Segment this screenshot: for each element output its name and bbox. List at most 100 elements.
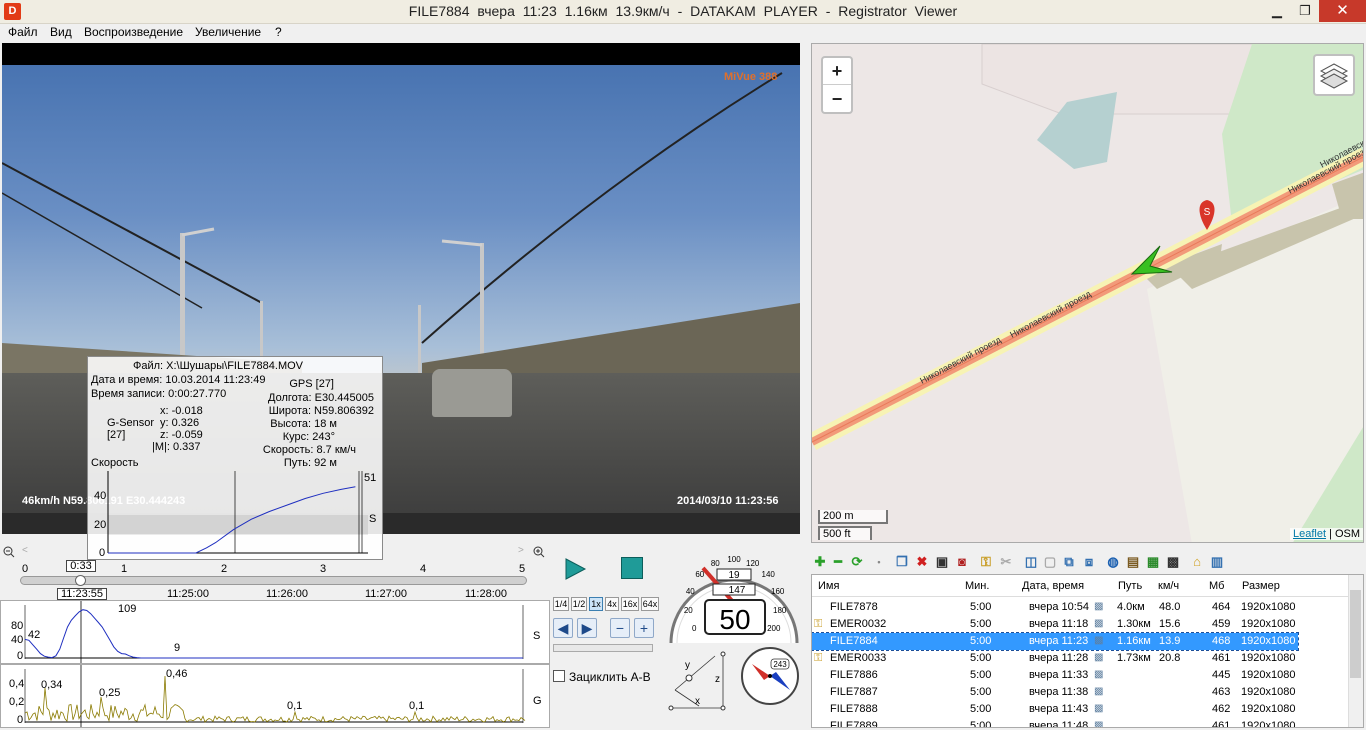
col-name[interactable]: Имя bbox=[818, 580, 839, 592]
windows-icon[interactable]: ⧉ bbox=[1061, 554, 1077, 570]
zoom-out-icon[interactable] bbox=[3, 546, 15, 558]
loop-ab-checkbox[interactable] bbox=[553, 670, 565, 682]
overlay-speed: Скорость: 8.7 км/ч bbox=[262, 444, 356, 456]
file-row[interactable]: ▩ FILE7886 5:00 вчера 11:33 445 1920x1080 bbox=[812, 667, 1298, 684]
col-size[interactable]: Размер bbox=[1242, 580, 1280, 592]
map-zoom-in-button[interactable]: + bbox=[823, 58, 851, 85]
file-row[interactable]: ▩ FILE7888 5:00 вчера 11:43 462 1920x1080 bbox=[812, 701, 1298, 718]
file-speed: 48.0 bbox=[1159, 601, 1181, 613]
col-datetime[interactable]: Дата, время bbox=[1022, 580, 1084, 592]
speed-tick: 40 bbox=[11, 634, 23, 646]
next-frame-button[interactable]: ▶ bbox=[577, 618, 597, 638]
snapshot-icon[interactable]: ◙ bbox=[954, 554, 970, 570]
volume-slider[interactable] bbox=[553, 644, 653, 652]
minimize-button[interactable]: ▁ bbox=[1262, 0, 1292, 22]
speed-annotation: 42 bbox=[28, 629, 40, 641]
speed-64x[interactable]: 64x bbox=[641, 597, 659, 611]
map-view[interactable]: Николаевский проезд Николаевский проезд … bbox=[811, 43, 1364, 543]
cut-icon[interactable]: ✂ bbox=[998, 554, 1014, 570]
leaflet-link[interactable]: Leaflet bbox=[1293, 528, 1326, 540]
refresh-icon[interactable]: ⟳ bbox=[849, 554, 865, 570]
image-icon[interactable]: ▦ bbox=[1145, 554, 1161, 570]
file-size: 1920x1080 bbox=[1241, 618, 1296, 630]
overlay-gps-label: GPS [27] bbox=[289, 378, 334, 390]
menu-playback[interactable]: Воспроизведение bbox=[84, 25, 183, 39]
new-window-icon[interactable]: ◫ bbox=[1023, 554, 1039, 570]
frame-icon[interactable]: ▢ bbox=[1042, 554, 1058, 570]
add-icon[interactable]: ✚ bbox=[812, 554, 828, 570]
axis-y-label: y bbox=[685, 660, 690, 671]
menu-zoom[interactable]: Увеличение bbox=[195, 25, 261, 39]
menu-help[interactable]: ? bbox=[275, 25, 282, 39]
menu-view[interactable]: Вид bbox=[50, 25, 72, 39]
scroll-right-icon[interactable]: > bbox=[518, 545, 524, 556]
speed-1x[interactable]: 1x bbox=[589, 597, 603, 611]
speed-half[interactable]: 1/2 bbox=[571, 597, 587, 611]
speed-4x[interactable]: 4x bbox=[605, 597, 619, 611]
speedometer-svg: 0 20 4060 80 100 120140 160 180 200 19 147 50 bbox=[669, 555, 799, 644]
col-mb[interactable]: Мб bbox=[1209, 580, 1224, 592]
map-zoom-out-button[interactable]: − bbox=[823, 86, 851, 113]
prev-frame-button[interactable]: ◀ bbox=[553, 618, 573, 638]
speed-line bbox=[24, 609, 523, 659]
file-row[interactable]: ⚿ ▩ EMER0033 5:00 вчера 11:28 1.73км 20.8 461 19… bbox=[812, 650, 1298, 667]
video-file-icon: ▩ bbox=[1094, 720, 1104, 728]
zoom-in-icon[interactable] bbox=[533, 546, 545, 558]
clock-label: 11:27:00 bbox=[364, 588, 408, 600]
remove-icon[interactable]: ━ bbox=[830, 554, 846, 570]
save-icon[interactable]: ▣ bbox=[934, 554, 950, 570]
menu-file[interactable]: Файл bbox=[8, 25, 38, 39]
speed-graph[interactable]: 80 40 0 42 109 9 S bbox=[0, 600, 550, 664]
scroll-left-icon[interactable]: < bbox=[22, 545, 28, 556]
col-path[interactable]: Путь bbox=[1118, 580, 1142, 592]
file-row[interactable]: ▩ FILE7884 5:00 вчера 11:23 1.16км 13.9 468 192… bbox=[812, 632, 1299, 651]
speedometer-tick-label: 20 bbox=[684, 606, 693, 615]
map-layers-button[interactable] bbox=[1313, 54, 1355, 96]
locked-key-icon: ⚿ bbox=[814, 652, 823, 664]
file-mb: 461 bbox=[1212, 652, 1231, 664]
file-minutes: 5:00 bbox=[970, 669, 992, 681]
maximize-button[interactable]: ❐ bbox=[1291, 0, 1319, 22]
dot-icon[interactable]: • bbox=[871, 554, 887, 570]
col-minutes[interactable]: Мин. bbox=[965, 580, 989, 592]
key-icon[interactable]: ⚿ bbox=[978, 554, 994, 570]
file-row[interactable]: ▩ FILE7878 5:00 вчера 10:54 4.0км 48.0 464 1920… bbox=[812, 599, 1298, 616]
file-row[interactable]: ▩ FILE7889 5:00 вчера 11:48 461 1920x1080 bbox=[812, 718, 1298, 728]
axis-x-label: x bbox=[695, 696, 700, 707]
file-row[interactable]: ▩ FILE7887 5:00 вчера 11:38 463 1920x1080 bbox=[812, 684, 1298, 701]
delete-icon[interactable]: ✖ bbox=[914, 554, 930, 570]
copy-icon[interactable]: ❐ bbox=[894, 554, 910, 570]
file-row[interactable]: ⚿ ▩ EMER0032 5:00 вчера 11:18 1.30км 15.6 459 19… bbox=[812, 616, 1298, 633]
overlay-tick-40: 40 bbox=[94, 490, 106, 502]
file-speed: 15.6 bbox=[1159, 618, 1181, 630]
map-icon[interactable]: ▤ bbox=[1125, 554, 1141, 570]
file-name: EMER0032 bbox=[830, 618, 887, 630]
film-icon[interactable]: ▩ bbox=[1165, 554, 1181, 570]
stop-button[interactable] bbox=[621, 557, 643, 579]
play-button[interactable] bbox=[563, 557, 587, 581]
speed-16x[interactable]: 16x bbox=[621, 597, 639, 611]
folder-icon[interactable]: ⌂ bbox=[1189, 554, 1205, 570]
speed-quarter[interactable]: 1/4 bbox=[553, 597, 569, 611]
title-bar: D FILE7884 вчера 11:23 1.16км 13.9км/ч -… bbox=[0, 0, 1366, 24]
map-attribution: Leaflet | OSM bbox=[1290, 528, 1364, 540]
zoom-out-button[interactable]: − bbox=[610, 618, 630, 638]
file-list-scroll-thumb[interactable] bbox=[1350, 590, 1361, 678]
file-datetime: вчера 11:33 bbox=[1029, 669, 1089, 681]
g-sensor-graph[interactable]: 0,4 0,2 0 0,34 0,25 0,46 0,1 0,1 G bbox=[0, 664, 550, 728]
close-button[interactable]: ✕ bbox=[1319, 0, 1366, 22]
file-size: 1920x1080 bbox=[1241, 635, 1296, 647]
col-speed[interactable]: км/ч bbox=[1158, 580, 1179, 592]
timeline-track[interactable] bbox=[20, 576, 527, 585]
globe-icon[interactable]: ◍ bbox=[1105, 554, 1121, 570]
clock-label: 11:26:00 bbox=[265, 588, 309, 600]
g-annotation: 0,34 bbox=[41, 679, 62, 691]
timeline-zoom-row: < > bbox=[0, 544, 550, 560]
export-icon[interactable]: ⧈ bbox=[1081, 554, 1097, 570]
file-datetime: вчера 11:43 bbox=[1029, 703, 1089, 715]
map-scale-imperial: 500 ft bbox=[818, 526, 872, 540]
zoom-in-button[interactable]: + bbox=[634, 618, 654, 638]
speedometer-tick-label: 80 bbox=[711, 559, 720, 568]
timeline-thumb[interactable] bbox=[75, 575, 86, 586]
document-icon[interactable]: ▥ bbox=[1209, 554, 1225, 570]
